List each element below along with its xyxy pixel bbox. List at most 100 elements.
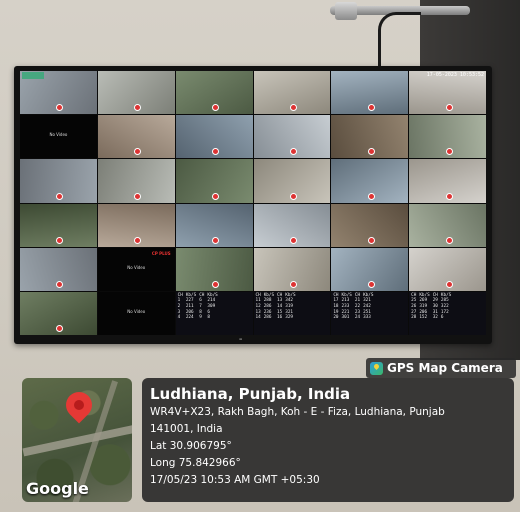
- record-indicator-icon: [367, 148, 375, 156]
- camera-tile: [253, 159, 331, 203]
- stats-column: Kb/S 285 322 172 6: [441, 293, 451, 334]
- tv-logo: ▬: [239, 337, 243, 341]
- record-indicator-icon: [134, 236, 142, 244]
- stats-value: 152: [419, 315, 428, 321]
- stats-column: CH 29 30 31 32: [433, 293, 438, 334]
- camera-tile: [97, 159, 175, 203]
- google-logo: Google: [26, 479, 89, 498]
- stats-column: CH 1 2 3 4: [178, 293, 183, 334]
- stats-column: CH 11 12 13 14: [256, 293, 261, 334]
- camera-tile: [253, 115, 331, 159]
- stats-value: 333: [363, 315, 371, 321]
- record-indicator-icon: [212, 236, 220, 244]
- record-indicator-icon: [134, 104, 142, 112]
- record-indicator-icon: [56, 280, 64, 288]
- stats-value: 4: [177, 315, 181, 321]
- cctv-grid: No Video CP PLUS No Video No Video CH 1 2 3 4 Kb/…: [20, 71, 486, 335]
- camera-tile: [331, 71, 409, 115]
- record-indicator-icon: [367, 236, 375, 244]
- stats-column: CH 25 26 27 28: [411, 293, 416, 334]
- record-indicator-icon: [367, 104, 375, 112]
- stats-value: 28: [411, 315, 417, 321]
- record-indicator-icon: [212, 192, 220, 200]
- stats-value: 8: [207, 315, 210, 321]
- cctv-timestamp: 17-05-2023 10:53:52: [426, 72, 484, 78]
- postal-line: 141001, India: [150, 423, 223, 435]
- camera-tile: [175, 71, 253, 115]
- camera-tile: [175, 115, 253, 159]
- bitrate-stats-panel: CH 25 26 27 28 Kb/S 269 319 206 152 CH 29 30 31 32 Kb/S…: [409, 291, 486, 335]
- record-indicator-icon: [445, 104, 453, 112]
- record-indicator-icon: [367, 280, 375, 288]
- stats-value: 32: [432, 315, 438, 321]
- datetime: 17/05/23 10:53 AM GMT +05:30: [150, 474, 320, 486]
- stats-column: Kb/S 321 242 251 333: [363, 293, 373, 334]
- camera-tile-no-signal: No Video: [20, 115, 97, 159]
- camera-tile: [20, 247, 97, 291]
- record-indicator-icon: [56, 325, 64, 332]
- stats-value: 301: [341, 315, 350, 321]
- camera-tile-no-signal: No Video: [97, 291, 175, 335]
- gps-map-camera-icon: [370, 361, 383, 375]
- location-pin-icon: [60, 386, 98, 424]
- record-indicator-icon: [445, 148, 453, 156]
- map-thumbnail: Google: [22, 378, 132, 502]
- longitude: Long 75.842966°: [150, 457, 241, 469]
- bitrate-stats-panel: CH 11 12 13 14 Kb/S 288 286 236 286 CH 13 14 15 16 Kb/S…: [253, 291, 331, 335]
- camera-tile: [97, 115, 175, 159]
- record-indicator-icon: [134, 192, 142, 200]
- address-line: WR4V+X23, Rakh Bagh, Koh - E - Fiza, Lud…: [150, 406, 445, 418]
- record-indicator-icon: [56, 236, 64, 244]
- camera-tile: [331, 247, 409, 291]
- stats-value: 16: [277, 315, 283, 321]
- record-indicator-icon: [56, 192, 64, 200]
- city-title: Ludhiana, Punjab, India: [150, 385, 351, 403]
- camera-tile: [409, 247, 486, 291]
- camera-tile: [175, 247, 253, 291]
- gps-map-camera-badge: GPS Map Camera: [366, 358, 516, 378]
- map-road: [22, 423, 132, 457]
- cp-plus-logo: CP PLUS: [151, 250, 171, 256]
- record-indicator-icon: [289, 192, 297, 200]
- camera-tile: [20, 159, 97, 203]
- camera-tile: [409, 203, 486, 247]
- cctv-monitor: No Video CP PLUS No Video No Video CH 1 2 3 4 Kb/…: [14, 66, 492, 344]
- stats-value: 20: [333, 315, 339, 321]
- camera-tile: [20, 291, 97, 335]
- record-indicator-icon: [289, 280, 297, 288]
- record-indicator-icon: [212, 148, 220, 156]
- stats-column: Kb/S 213 233 221 301: [342, 293, 352, 334]
- location-info-panel: Ludhiana, Punjab, India WR4V+X23, Rakh B…: [142, 378, 514, 502]
- stats-column: Kb/S 214 309 6 8: [207, 293, 217, 334]
- record-indicator-icon: [289, 148, 297, 156]
- record-indicator-icon: [289, 236, 297, 244]
- record-indicator-icon: [56, 104, 64, 112]
- camera-tile: [175, 159, 253, 203]
- stats-value: 9: [199, 315, 202, 321]
- bitrate-stats-panel: CH 17 18 19 20 Kb/S 213 233 221 301 CH 21 22 23 24 Kb/S…: [331, 291, 409, 335]
- camera-tile: [253, 71, 331, 115]
- camera-tile-no-signal: CP PLUS No Video: [97, 247, 175, 291]
- record-indicator-icon: [212, 280, 220, 288]
- record-indicator-icon: [212, 104, 220, 112]
- bitrate-stats-panel: CH 1 2 3 4 Kb/S 227 211 206 224 CH 6 7 8 9 Kb/S 214 309 6 8: [175, 291, 253, 335]
- camera-tile: [97, 71, 175, 115]
- camera-tile: [409, 159, 486, 203]
- stats-value: 14: [255, 315, 261, 321]
- record-indicator-icon: [445, 192, 453, 200]
- pipe-cap: [335, 2, 357, 20]
- stats-value: 329: [285, 315, 293, 321]
- gps-map-camera-label: GPS Map Camera: [387, 361, 503, 375]
- camera-tile: [97, 203, 175, 247]
- record-indicator-icon: [445, 236, 453, 244]
- record-indicator-icon: [134, 148, 142, 156]
- no-video-text: No Video: [49, 132, 68, 138]
- stats-column: Kb/S 269 319 206 152: [419, 293, 429, 334]
- latitude: Lat 30.906795°: [150, 440, 232, 452]
- record-indicator-icon: [367, 192, 375, 200]
- record-indicator-icon: [289, 104, 297, 112]
- stats-column: Kb/S 227 211 206 224: [186, 293, 196, 334]
- stats-column: CH 17 18 19 20: [333, 293, 338, 334]
- stats-column: CH 13 14 15 16: [277, 293, 282, 334]
- status-bar: [22, 72, 44, 79]
